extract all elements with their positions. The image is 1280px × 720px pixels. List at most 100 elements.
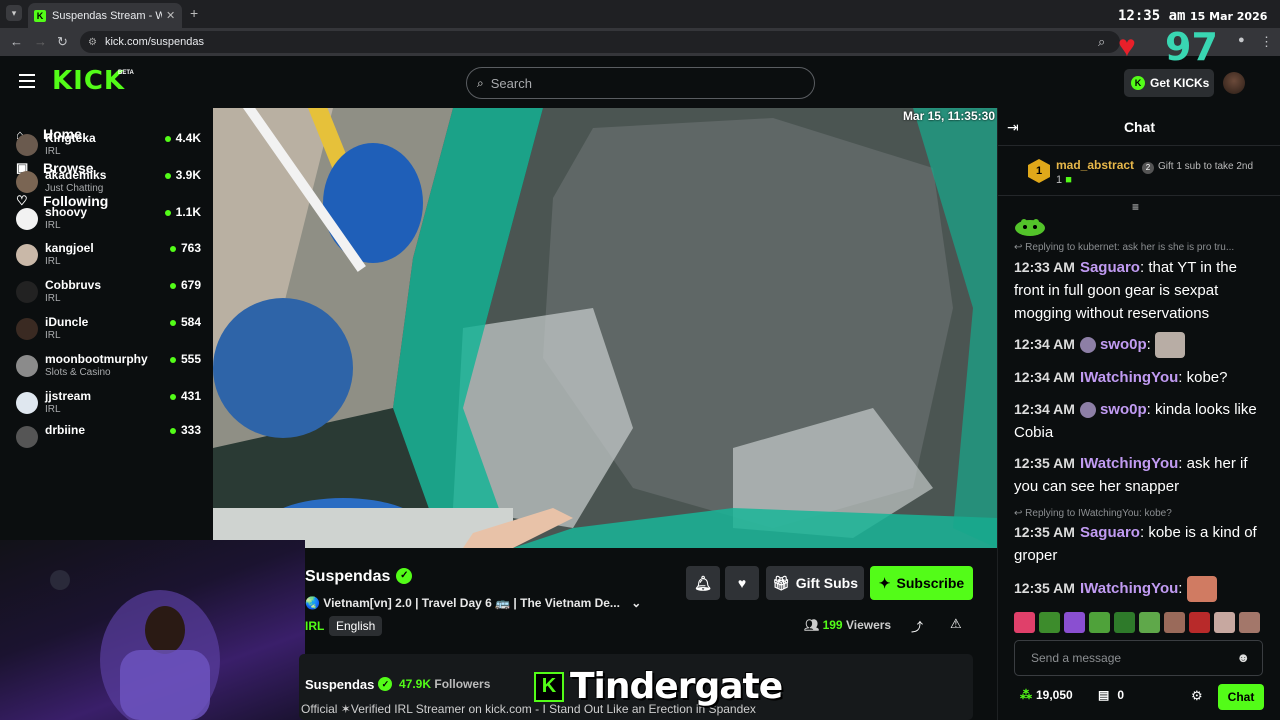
stream-info-panel: Suspendas ✓ 🌏 Vietnam[vn] 2.0 | Travel Da…	[299, 548, 997, 720]
banner-overlay: K Tindergate	[534, 666, 783, 707]
channel-avatar	[16, 171, 38, 193]
heart-count: 97	[1165, 25, 1218, 69]
reload-icon[interactable]: ↻	[57, 34, 68, 50]
report-icon[interactable]: ⚠	[950, 616, 962, 632]
channel-name: akademiks	[45, 168, 107, 182]
message-username[interactable]: Saguaro	[1080, 524, 1140, 541]
message-username[interactable]: swo0p	[1100, 336, 1147, 353]
browser-tab[interactable]: K Suspendas Stream - Watch ✕	[28, 3, 182, 28]
live-dot-icon	[169, 427, 176, 434]
message-username[interactable]: Saguaro	[1080, 259, 1140, 276]
channel-avatar	[16, 134, 38, 156]
emote-icon[interactable]	[1214, 612, 1235, 633]
emote-icon[interactable]	[1164, 612, 1185, 633]
sidebar-channel[interactable]: iDuncle IRL 584	[16, 315, 201, 349]
back-icon[interactable]: ←	[10, 34, 23, 49]
browser-menu-icon[interactable]: ⋮	[1260, 34, 1273, 50]
language-badge[interactable]: English	[329, 616, 383, 636]
message-username[interactable]: IWatchingYou	[1080, 455, 1178, 472]
kick-logo[interactable]: KICK	[52, 66, 125, 96]
message-username[interactable]: swo0p	[1100, 401, 1147, 418]
message-username[interactable]: IWatchingYou	[1080, 580, 1178, 597]
channel-viewers-value: 1.1K	[175, 205, 201, 219]
search-input[interactable]: ⌕ Search	[466, 67, 815, 99]
live-dot-icon	[169, 319, 176, 326]
streamer-name[interactable]: Suspendas ✓	[305, 568, 413, 586]
channel-viewers-value: 763	[180, 241, 201, 255]
gift-subs-button[interactable]: 🎁︎ Gift Subs	[766, 566, 864, 600]
gift-box-icon: ▤	[1098, 688, 1110, 702]
gift-count[interactable]: ▤ 0	[1098, 688, 1124, 702]
viewer-count: 👥︎ 199 Viewers	[804, 618, 891, 632]
message-username[interactable]: IWatchingYou	[1080, 369, 1178, 386]
sidebar-channel[interactable]: drbiine 333	[16, 423, 201, 457]
subscribe-button[interactable]: ✦ Subscribe	[870, 566, 973, 600]
chat-settings-icon[interactable]: ⚙	[1191, 688, 1203, 704]
about-name-text: Suspendas	[305, 677, 375, 692]
menu-icon[interactable]	[19, 74, 35, 88]
channel-viewers: 1.1K	[164, 205, 201, 219]
user-avatar[interactable]	[1223, 72, 1245, 94]
channel-avatar	[16, 392, 38, 414]
emote-icon[interactable]	[1139, 612, 1160, 633]
emote-icon[interactable]	[1114, 612, 1135, 633]
emote-icon[interactable]	[1014, 612, 1035, 633]
gifter-username[interactable]: mad_abstract	[1056, 158, 1134, 172]
about-streamer-name[interactable]: Suspendas ✓	[305, 677, 393, 692]
channel-viewers-value: 333	[180, 423, 201, 437]
expand-pinned-icon[interactable]: ≡	[1132, 200, 1139, 214]
notification-button[interactable]: 🔔︎	[686, 566, 720, 600]
viewers-label: Viewers	[845, 618, 892, 632]
chevron-down-icon[interactable]: ⌄	[631, 596, 641, 610]
sidebar-channel[interactable]: moonbootmurphy Slots & Casino 555	[16, 352, 201, 386]
sidebar-channel[interactable]: akademiks Just Chatting 3.9K	[16, 168, 201, 202]
sidebar-channel[interactable]: Cobbruvs IRL 679	[16, 278, 201, 312]
chat-message: 12:34 AM IWatchingYou: kobe?	[1014, 369, 1228, 386]
emoji-picker-icon[interactable]: ☻	[1236, 641, 1250, 675]
share-icon[interactable]: ⤴	[911, 618, 923, 635]
chat-message-input[interactable]: Send a message ☻	[1014, 640, 1263, 676]
chat-send-button[interactable]: Chat	[1218, 684, 1264, 710]
verified-icon: ✓	[396, 568, 413, 584]
emote-icon	[1014, 216, 1046, 236]
emote-icon[interactable]	[1039, 612, 1060, 633]
stream-title-text: 🌏 Vietnam[vn] 2.0 | Travel Day 6 🚌 | The…	[305, 596, 620, 610]
url-field[interactable]: ⚙ kick.com/suspendas	[80, 31, 1120, 53]
clock-time: 12:35 am	[1118, 8, 1186, 24]
emote-quick-bar	[1014, 612, 1269, 636]
follow-button[interactable]: ♥	[725, 566, 759, 600]
sidebar-channel[interactable]: kangjoel IRL 763	[16, 241, 201, 275]
chat-input-placeholder: Send a message	[1031, 651, 1122, 665]
channel-avatar	[16, 355, 38, 377]
viewers-icon: 👥︎	[804, 618, 820, 632]
followers-number: 47.9K	[399, 677, 432, 691]
category-link[interactable]: IRL	[305, 619, 324, 633]
site-info-icon[interactable]: ⚙	[88, 37, 97, 48]
emote-icon[interactable]	[1089, 612, 1110, 633]
emote-icon[interactable]	[1064, 612, 1085, 633]
sidebar-channel[interactable]: jjstream IRL 431	[16, 389, 201, 423]
site-header: KICK BETA ⌕ Search K Get KICKs	[0, 56, 1280, 108]
channel-points[interactable]: ⁂ 19,050	[1020, 688, 1073, 702]
close-tab-icon[interactable]: ✕	[166, 9, 175, 22]
video-player[interactable]: Mar 15, 11:35:30	[213, 108, 997, 548]
forward-icon[interactable]: →	[34, 34, 47, 49]
sidebar-channel[interactable]: shoovy IRL 1.1K	[16, 205, 201, 239]
sidebar: ⌂ Home ▣ Browse ♡ Following Kingteka IRL 4…	[0, 108, 213, 540]
channel-avatar	[16, 244, 38, 266]
new-tab-icon[interactable]: +	[190, 5, 198, 21]
chat-message: 12:33 AM Saguaro: that YT in the front in…	[1014, 259, 1237, 322]
message-text: kobe?	[1186, 369, 1228, 386]
chat-message: 12:35 AM IWatchingYou:	[1014, 576, 1269, 602]
emote-icon[interactable]	[1239, 612, 1260, 633]
beta-badge: BETA	[118, 70, 134, 76]
zoom-icon[interactable]: ⌕	[1098, 34, 1105, 50]
channel-name: drbiine	[45, 423, 86, 437]
emote-icon[interactable]	[1189, 612, 1210, 633]
profile-icon[interactable]: ●	[1238, 34, 1245, 46]
sidebar-channel[interactable]: Kingteka IRL 4.4K	[16, 131, 201, 165]
tab-list-button[interactable]: ▾	[6, 5, 22, 21]
get-kicks-label: Get KICKs	[1150, 76, 1210, 90]
get-kicks-button[interactable]: K Get KICKs	[1124, 69, 1214, 97]
channel-avatar	[16, 318, 38, 340]
